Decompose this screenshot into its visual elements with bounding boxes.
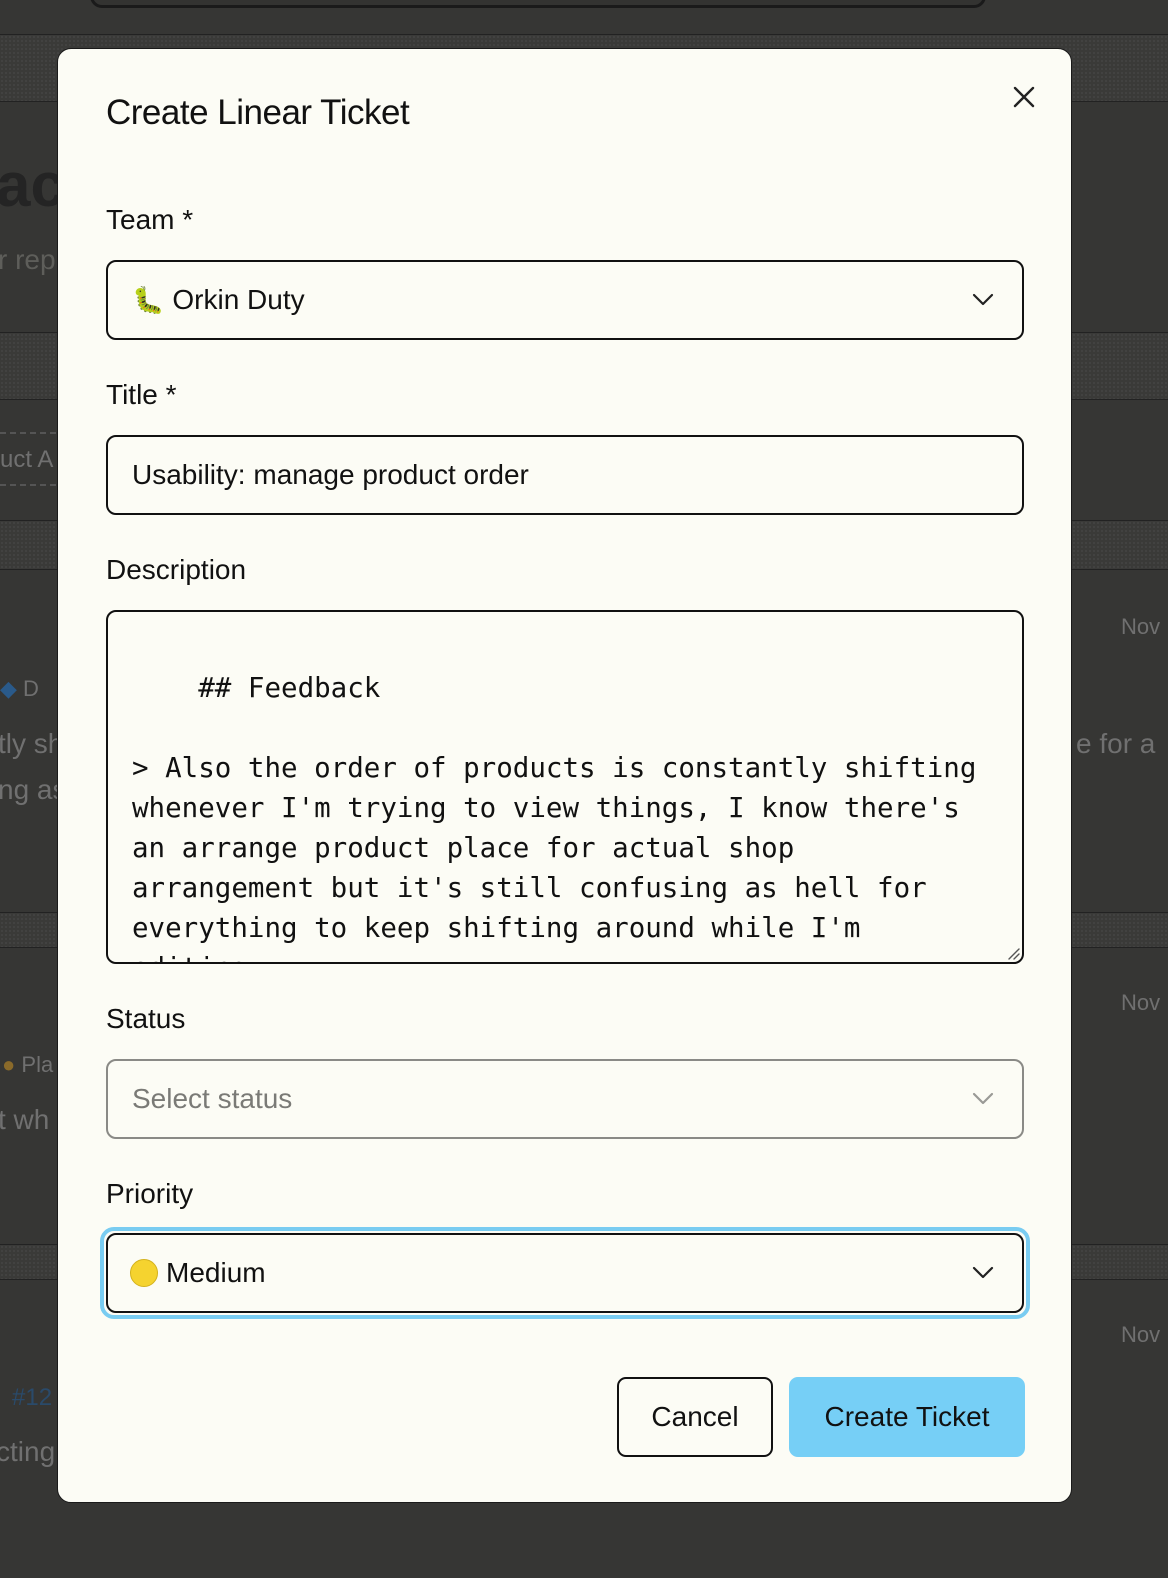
team-select-value: Orkin Duty [172, 284, 305, 315]
background-row-text: e for a [1076, 728, 1156, 759]
priority-select[interactable]: Medium [106, 1233, 1024, 1313]
create-ticket-button[interactable]: Create Ticket [789, 1377, 1025, 1457]
team-label: Team * [106, 204, 194, 235]
cancel-button[interactable]: Cancel [617, 1377, 773, 1457]
team-select[interactable]: 🐛 Orkin Duty [106, 260, 1024, 340]
description-label: Description [106, 554, 247, 585]
status-label: Status [106, 1003, 186, 1034]
create-ticket-modal: Create Linear Ticket Team * 🐛 Orkin Duty… [57, 48, 1072, 1503]
close-icon [1013, 86, 1035, 108]
resize-grip-icon[interactable] [1006, 946, 1020, 960]
background-row-date: Nov [1121, 614, 1161, 639]
title-input[interactable]: Usability: manage product order [106, 435, 1024, 515]
title-label: Title * [106, 379, 177, 410]
background-divider [0, 484, 56, 486]
priority-select-value: Medium [166, 1257, 266, 1288]
background-row-date: Nov [1121, 1322, 1161, 1347]
description-textarea[interactable]: ## Feedback > Also the order of products… [106, 610, 1024, 964]
status-select-placeholder: Select status [132, 1083, 293, 1114]
background-subheading: r rep [0, 244, 56, 275]
background-tab: uct A [0, 446, 54, 473]
description-text: ## Feedback > Also the order of products… [132, 672, 977, 962]
title-input-value: Usability: manage product order [132, 459, 529, 490]
background-row-text: t wh [0, 1104, 50, 1135]
background-row-text: cting [0, 1436, 56, 1467]
modal-title: Create Linear Ticket [106, 93, 410, 132]
caterpillar-emoji-icon: 🐛 [132, 284, 165, 315]
status-select[interactable]: Select status [106, 1059, 1024, 1139]
background-row-date: Nov [1121, 990, 1161, 1015]
background-divider [0, 432, 56, 434]
background-search-bar [90, 0, 986, 8]
yellow-circle-icon [130, 1259, 158, 1287]
background-row-tag: ◆ D [0, 676, 39, 701]
background-row-tag: #12 [12, 1384, 53, 1411]
background-row-tag: ● Pla [2, 1052, 54, 1077]
chevron-down-icon [972, 1266, 994, 1279]
priority-label: Priority [106, 1178, 194, 1209]
close-button[interactable] [1004, 77, 1044, 117]
chevron-down-icon [972, 293, 994, 306]
background-row-text: tly sh [0, 728, 64, 759]
chevron-down-icon [972, 1092, 994, 1105]
